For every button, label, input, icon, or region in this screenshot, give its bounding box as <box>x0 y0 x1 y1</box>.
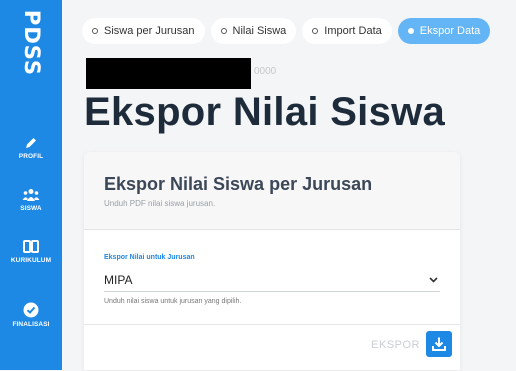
download-icon <box>432 337 446 351</box>
sidebar-item-label: KURIKULUM <box>10 257 52 264</box>
sidebar-item-label: PROFIL <box>18 153 44 160</box>
radio-dot-icon <box>407 28 414 34</box>
sidebar-item-label: FINALISASI <box>12 321 50 328</box>
pencil-icon <box>26 138 36 148</box>
users-icon <box>22 189 40 201</box>
sidebar-item-kurikulum[interactable]: KURIKULUM <box>0 240 62 264</box>
card-title: Ekspor Nilai Siswa per Jurusan <box>104 174 373 194</box>
jurusan-field-help: Unduh nilai siswa untuk jurusan yang dip… <box>104 298 242 305</box>
tab-ekspor-data[interactable]: Ekspor Data <box>397 18 491 44</box>
jurusan-select-value: MIPA <box>104 273 133 287</box>
export-card: Ekspor Nilai Siswa per Jurusan Unduh PDF… <box>84 152 460 370</box>
card-header: Ekspor Nilai Siswa per Jurusan Unduh PDF… <box>84 152 460 230</box>
tab-bar: Siswa per Jurusan Nilai Siswa Import Dat… <box>82 18 491 44</box>
sidebar: PDSS PROFIL SISWA KURIKULUM FINALISASI <box>0 0 62 370</box>
redacted-block <box>86 58 251 89</box>
redacted-suffix: 0000 <box>254 66 277 77</box>
sidebar-item-siswa[interactable]: SISWA <box>0 188 62 212</box>
card-body: Ekspor Nilai untuk Jurusan MIPA Unduh ni… <box>84 230 460 324</box>
jurusan-field-label: Ekspor Nilai untuk Jurusan <box>104 254 195 261</box>
tab-import-data[interactable]: Import Data <box>302 18 392 44</box>
brand-text: PDSS <box>20 9 45 77</box>
sidebar-item-profil[interactable]: PROFIL <box>0 136 62 160</box>
radio-dot-icon <box>92 28 98 34</box>
radio-dot-icon <box>220 28 227 34</box>
jurusan-select[interactable]: MIPA <box>104 269 440 292</box>
export-button[interactable] <box>426 331 452 357</box>
tab-nilai-siswa[interactable]: Nilai Siswa <box>210 18 297 44</box>
tab-label: Nilai Siswa <box>232 25 287 37</box>
tab-siswa-per-jurusan[interactable]: Siswa per Jurusan <box>82 18 205 44</box>
card-footer: EKSPOR <box>84 324 460 371</box>
sidebar-item-label: SISWA <box>20 205 42 212</box>
tab-label: Ekspor Data <box>419 25 481 37</box>
sidebar-item-finalisasi[interactable]: FINALISASI <box>0 302 62 328</box>
page-title: Ekspor Nilai Siswa <box>84 90 446 134</box>
tab-label: Import Data <box>324 25 382 37</box>
export-label: EKSPOR <box>371 339 420 351</box>
check-circle-icon <box>23 302 39 318</box>
book-icon <box>23 240 39 253</box>
card-subtitle: Unduh PDF nilai siswa jurusan. <box>104 199 216 208</box>
radio-dot-icon <box>312 28 319 34</box>
brand-logo[interactable]: PDSS <box>6 10 58 76</box>
tab-label: Siswa per Jurusan <box>104 25 195 37</box>
chevron-down-icon <box>429 277 438 283</box>
